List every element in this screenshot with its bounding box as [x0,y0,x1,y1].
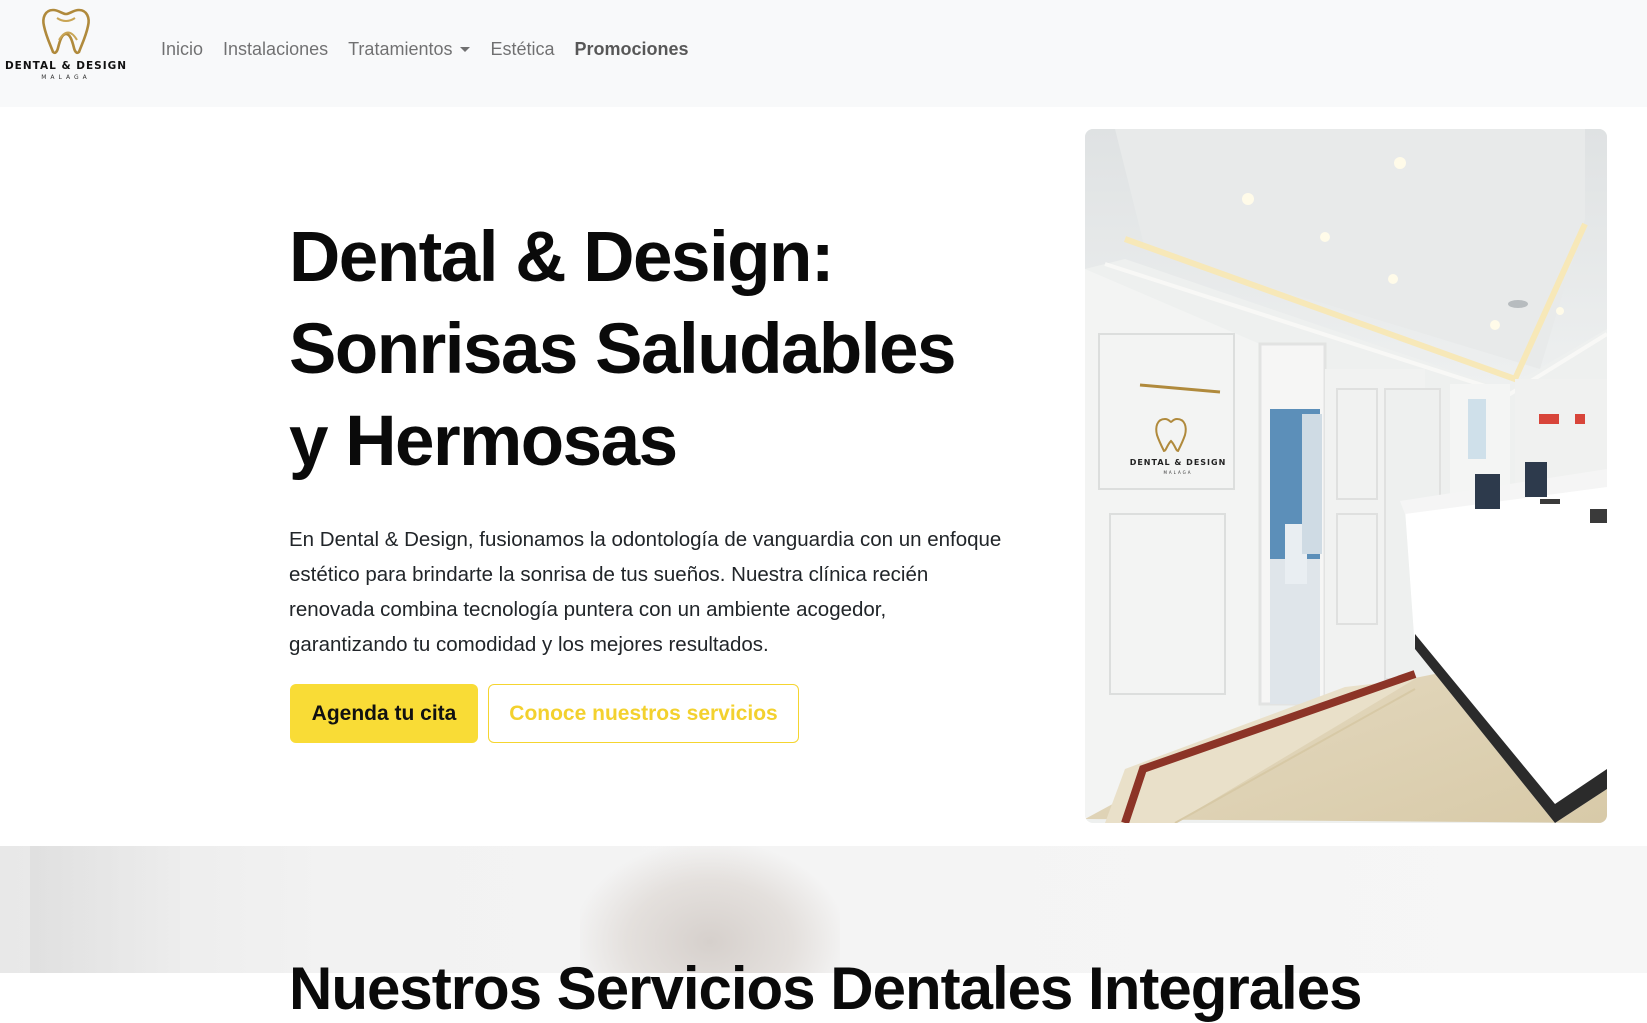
sign-brand-subtitle: MALAGA [1163,470,1192,475]
brand-subtitle: MALAGA [41,74,91,81]
navbar: DENTAL & DESIGN MALAGA Inicio Instalacio… [0,0,1647,107]
background-blur [30,846,180,973]
book-appointment-button[interactable]: Agenda tu cita [290,684,478,743]
tooth-logo-icon [42,8,90,55]
nav-item-promociones[interactable]: Promociones [565,35,699,63]
hero-title-line-1: Dental & Design: [289,218,835,297]
hero-title-line-3: y Hermosas [289,402,678,481]
nav-item-estetica[interactable]: Estética [480,35,564,63]
hero-title: Dental & Design: Sonrisas Saludables y H… [289,212,1009,488]
services-title: Nuestros Servicios Dentales Integrales [289,955,1362,1022]
services-button[interactable]: Conoce nuestros servicios [488,684,799,743]
clinic-photo: DENTAL & DESIGN MALAGA [1085,129,1607,823]
caret-down-icon [460,46,471,52]
nav-item-tratamientos-label: Tratamientos [348,38,453,59]
hero-description: En Dental & Design, fusionamos la odonto… [289,528,1002,656]
brand-logo[interactable]: DENTAL & DESIGN MALAGA [4,4,128,88]
nav-item-tratamientos-dropdown[interactable]: Tratamientos [338,35,480,63]
nav-item-instalaciones[interactable]: Instalaciones [213,35,338,63]
hero-title-line-2: Sonrisas Saludables [289,310,957,389]
main-nav: Inicio Instalaciones Tratamientos Estéti… [161,35,699,63]
brand-name: DENTAL & DESIGN [4,60,128,72]
sign-brand-name: DENTAL & DESIGN [1130,458,1227,467]
nav-item-inicio[interactable]: Inicio [161,35,213,63]
